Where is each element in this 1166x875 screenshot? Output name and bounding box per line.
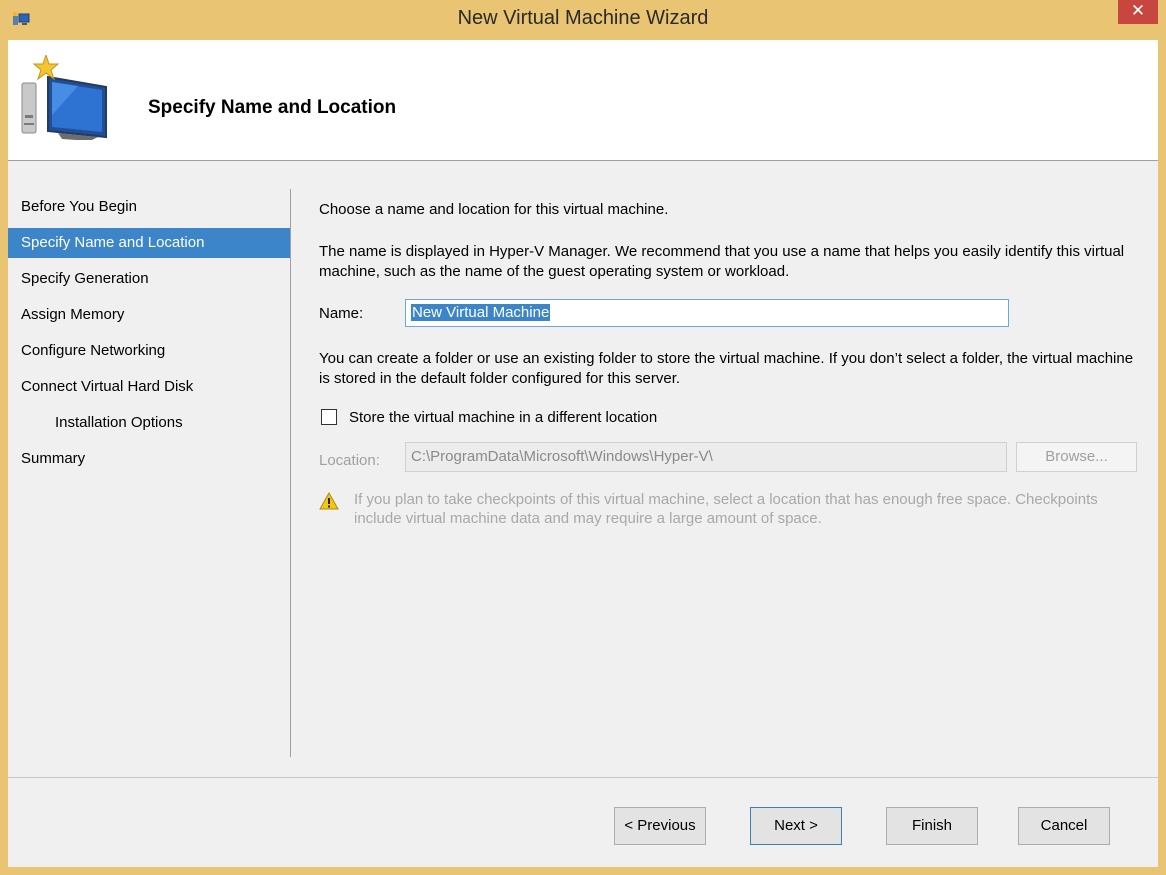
wizard-window: New Virtual Machine Wizard ✕ Specify Nam… (0, 0, 1166, 875)
checkpoint-warning-text: If you plan to take checkpoints of this … (354, 491, 1098, 527)
window-title: New Virtual Machine Wizard (457, 7, 709, 29)
intro-text: Choose a name and location for this virt… (319, 201, 669, 218)
nav-item-summary[interactable]: Summary (8, 444, 291, 474)
cancel-button[interactable]: Cancel (1018, 807, 1110, 845)
name-help-text: The name is displayed in Hyper-V Manager… (319, 243, 1125, 280)
nav-divider (290, 189, 291, 757)
wizard-computer-icon (21, 55, 107, 140)
finish-button[interactable]: Finish (886, 807, 978, 845)
name-field[interactable]: New Virtual Machine (405, 299, 1009, 327)
bottom-divider (8, 777, 1158, 778)
nav-item-connect-virtual-hard-disk[interactable]: Connect Virtual Hard Disk (8, 372, 291, 402)
store-location-label[interactable]: Store the virtual machine in a different… (349, 409, 657, 426)
name-field-value: New Virtual Machine (411, 304, 551, 321)
next-button[interactable]: Next > (750, 807, 842, 845)
browse-button[interactable]: Browse... (1016, 442, 1137, 472)
nav-item-specify-generation[interactable]: Specify Generation (8, 264, 291, 294)
nav-item-before-you-begin[interactable]: Before You Begin (8, 192, 291, 222)
nav-item-assign-memory[interactable]: Assign Memory (8, 300, 291, 330)
title-bar[interactable]: New Virtual Machine Wizard ✕ (0, 0, 1166, 40)
nav-item-installation-options[interactable]: Installation Options (8, 408, 291, 438)
store-location-checkbox[interactable] (321, 409, 337, 425)
location-label: Location: (319, 452, 380, 469)
close-icon: ✕ (1130, 1, 1146, 20)
page-title: Specify Name and Location (148, 97, 397, 118)
folder-help-text: You can create a folder or use an existi… (319, 350, 1134, 387)
nav-item-configure-networking[interactable]: Configure Networking (8, 336, 291, 366)
nav-item-specify-name-and-location[interactable]: Specify Name and Location (8, 228, 291, 258)
wizard-header: Specify Name and Location (8, 40, 1158, 161)
client-area: Specify Name and Location Before You Beg… (8, 40, 1158, 867)
warning-icon (319, 492, 339, 510)
name-label: Name: (319, 305, 364, 322)
close-button[interactable]: ✕ (1118, 0, 1158, 24)
previous-button[interactable]: < Previous (614, 807, 706, 845)
wizard-steps-nav: Before You Begin Specify Name and Locati… (8, 192, 291, 480)
location-field[interactable]: C:\ProgramData\Microsoft\Windows\Hyper-V… (405, 442, 1007, 472)
